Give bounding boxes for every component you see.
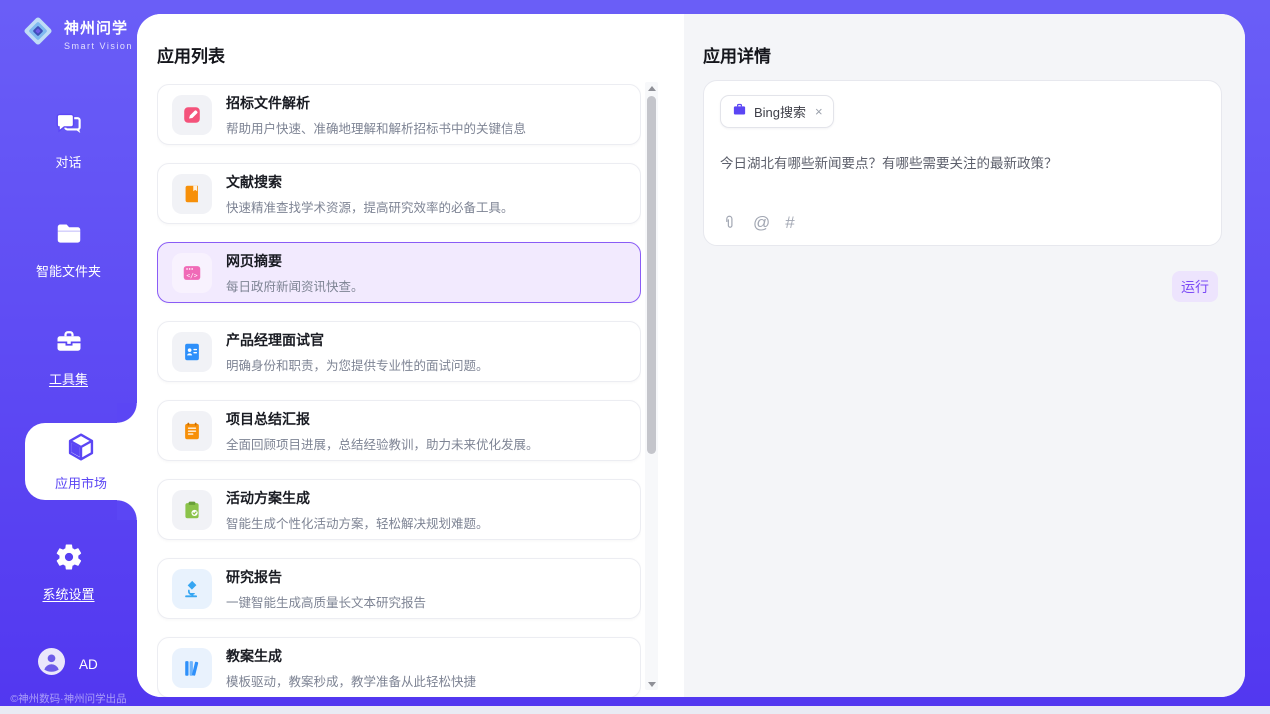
app-list-scrollbar[interactable] <box>645 82 658 690</box>
doc-edit-icon <box>172 95 212 135</box>
cube-icon <box>65 431 97 468</box>
chat-icon <box>54 110 84 145</box>
app-card-text: 招标文件解析 帮助用户快速、准确地理解和解析招标书中的关键信息 <box>226 93 526 137</box>
app-card-text: 活动方案生成 智能生成个性化活动方案，轻松解决规划难题。 <box>226 488 489 532</box>
user-initials: AD <box>79 657 98 672</box>
microscope-icon <box>172 569 212 609</box>
app-card-event-plan[interactable]: 活动方案生成 智能生成个性化活动方案，轻松解决规划难题。 <box>157 479 641 540</box>
app-list-title: 应用列表 <box>157 42 225 67</box>
app-card-desc: 快速精准查找学术资源，提高研究效率的必备工具。 <box>226 197 514 216</box>
scroll-down-arrow[interactable] <box>645 678 658 690</box>
app-card-lesson-plan[interactable]: 教案生成 模板驱动，教案秒成，教学准备从此轻松快捷 <box>157 637 641 697</box>
sidebar-item-label: 对话 <box>55 152 81 171</box>
brand-name: 神州问学 <box>64 17 133 38</box>
app-card-desc: 帮助用户快速、准确地理解和解析招标书中的关键信息 <box>226 118 526 137</box>
app-card-title: 项目总结汇报 <box>226 409 539 429</box>
book-icon <box>172 174 212 214</box>
resume-icon <box>172 332 212 372</box>
close-icon[interactable]: × <box>815 104 823 119</box>
app-card-web-summary[interactable]: </> 网页摘要 每日政府新闻资讯快查。 <box>157 242 641 303</box>
app-card-research-report[interactable]: 研究报告 一键智能生成高质量长文本研究报告 <box>157 558 641 619</box>
app-card-literature-search[interactable]: 文献搜索 快速精准查找学术资源，提高研究效率的必备工具。 <box>157 163 641 224</box>
paperclip-icon[interactable] <box>721 214 738 231</box>
tool-chip-bing-search[interactable]: Bing搜索 × <box>720 95 834 128</box>
sidebar: 神州问学 Smart Vision 对话 智能文件夹 <box>0 0 137 714</box>
app-card-title: 教案生成 <box>226 646 476 666</box>
brand-diamond-icon <box>20 13 56 54</box>
briefcase-icon <box>732 102 747 122</box>
composer-toolbar: @ # <box>721 214 795 231</box>
brand-subtitle: Smart Vision <box>64 41 133 51</box>
query-input[interactable]: 今日湖北有哪些新闻要点？有哪些需要关注的最新政策？ <box>720 154 1205 174</box>
main-panel: 应用列表 招标文件解析 帮助用户快速、准确地理解和解析招标书中的关键信息 <box>137 14 1245 697</box>
app-card-pm-interviewer[interactable]: 产品经理面试官 明确身份和职责，为您提供专业性的面试问题。 <box>157 321 641 382</box>
app-card-title: 文献搜索 <box>226 172 514 192</box>
app-window: 神州问学 Smart Vision 对话 智能文件夹 <box>0 0 1270 714</box>
books-icon <box>172 648 212 688</box>
scroll-up-arrow[interactable] <box>645 82 658 94</box>
brand-text: 神州问学 Smart Vision <box>64 17 133 51</box>
app-card-bid-analysis[interactable]: 招标文件解析 帮助用户快速、准确地理解和解析招标书中的关键信息 <box>157 84 641 145</box>
app-list: 招标文件解析 帮助用户快速、准确地理解和解析招标书中的关键信息 文献搜索 快速精… <box>157 84 641 697</box>
app-card-desc: 模板驱动，教案秒成，教学准备从此轻松快捷 <box>226 671 476 690</box>
app-card-text: 网页摘要 每日政府新闻资讯快查。 <box>226 251 364 295</box>
svg-text:</>: </> <box>186 272 197 279</box>
clipboard-check-icon <box>172 490 212 530</box>
app-card-text: 文献搜索 快速精准查找学术资源，提高研究效率的必备工具。 <box>226 172 514 216</box>
user-menu-button[interactable]: AD <box>38 648 98 680</box>
app-card-desc: 明确身份和职责，为您提供专业性的面试问题。 <box>226 355 489 374</box>
sidebar-item-label: 系统设置 <box>42 584 94 603</box>
bottom-strip <box>0 706 1270 714</box>
app-card-title: 产品经理面试官 <box>226 330 489 350</box>
gear-icon <box>54 542 84 577</box>
copyright-text: ©神州数码·神州问学出品 <box>0 691 137 706</box>
app-card-title: 活动方案生成 <box>226 488 489 508</box>
prompt-composer: Bing搜索 × 今日湖北有哪些新闻要点？有哪些需要关注的最新政策？ @ # <box>703 80 1222 246</box>
app-card-desc: 智能生成个性化活动方案，轻松解决规划难题。 <box>226 513 489 532</box>
browser-code-icon: </> <box>172 253 212 293</box>
brand-logo: 神州问学 Smart Vision <box>20 13 133 54</box>
sidebar-item-smart-folder[interactable]: 智能文件夹 <box>0 219 137 280</box>
app-card-desc: 一键智能生成高质量长文本研究报告 <box>226 592 426 611</box>
app-card-title: 网页摘要 <box>226 251 364 271</box>
app-card-text: 教案生成 模板驱动，教案秒成，教学准备从此轻松快捷 <box>226 646 476 690</box>
app-detail-panel: 应用详情 Bing搜索 × 今日湖北有哪些新闻要点？有哪些需要关注的最新政策？ <box>684 14 1245 697</box>
sidebar-item-settings[interactable]: 系统设置 <box>0 542 137 603</box>
scrollbar-thumb[interactable] <box>647 96 656 454</box>
sidebar-item-app-market[interactable]: 应用市场 <box>25 423 137 500</box>
run-button[interactable]: 运行 <box>1172 271 1218 302</box>
app-list-panel: 应用列表 招标文件解析 帮助用户快速、准确地理解和解析招标书中的关键信息 <box>137 14 684 697</box>
avatar <box>38 648 65 680</box>
app-card-project-summary[interactable]: 项目总结汇报 全面回顾项目进展，总结经验教训，助力未来优化发展。 <box>157 400 641 461</box>
folder-icon <box>54 219 84 254</box>
toolbox-icon <box>54 327 84 362</box>
hash-tag-icon[interactable]: # <box>785 214 794 231</box>
sidebar-item-label: 智能文件夹 <box>36 261 101 280</box>
app-card-title: 招标文件解析 <box>226 93 526 113</box>
app-card-title: 研究报告 <box>226 567 426 587</box>
app-card-desc: 每日政府新闻资讯快查。 <box>226 276 364 295</box>
sidebar-item-toolkit[interactable]: 工具集 <box>0 327 137 388</box>
tool-chip-label: Bing搜索 <box>754 102 806 121</box>
sidebar-item-chat[interactable]: 对话 <box>0 110 137 171</box>
app-card-text: 研究报告 一键智能生成高质量长文本研究报告 <box>226 567 426 611</box>
notepad-icon <box>172 411 212 451</box>
app-card-desc: 全面回顾项目进展，总结经验教训，助力未来优化发展。 <box>226 434 539 453</box>
sidebar-item-label: 应用市场 <box>55 473 107 492</box>
app-card-text: 产品经理面试官 明确身份和职责，为您提供专业性的面试问题。 <box>226 330 489 374</box>
sidebar-item-label: 工具集 <box>49 369 88 388</box>
app-detail-title: 应用详情 <box>703 42 771 67</box>
app-card-text: 项目总结汇报 全面回顾项目进展，总结经验教训，助力未来优化发展。 <box>226 409 539 453</box>
at-mention-icon[interactable]: @ <box>753 214 770 231</box>
